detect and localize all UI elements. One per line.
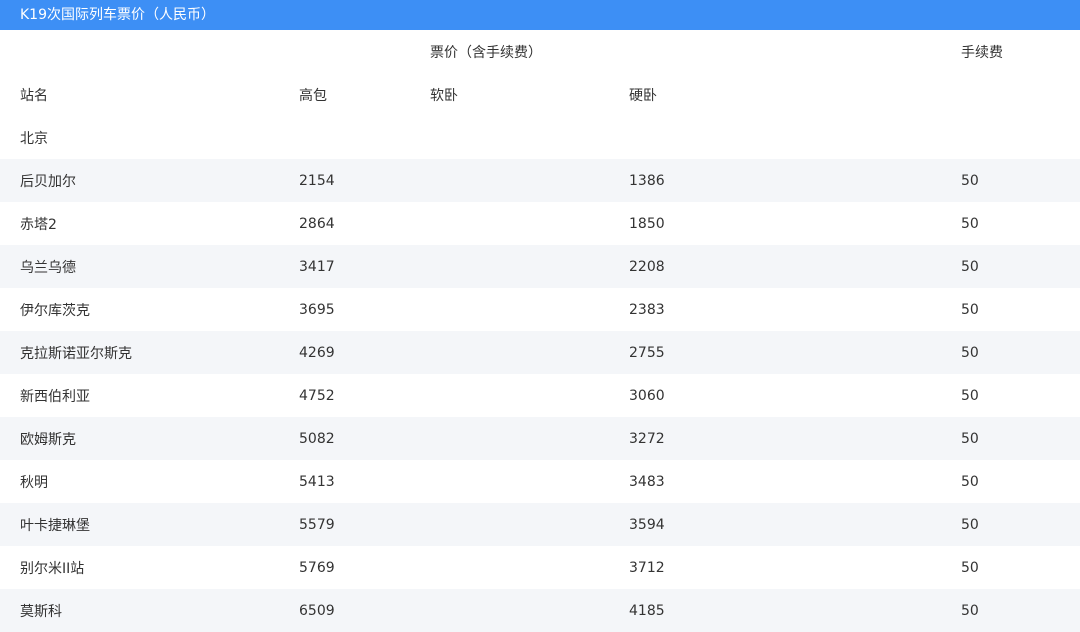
table-row: 北京 [0,116,1080,159]
soft-sleeper-fare-cell [430,503,629,546]
station-name-cell: 新西伯利亚 [20,388,90,405]
fee-cell: 50 [961,301,979,318]
hard-sleeper-fare-cell: 1386 [629,159,961,202]
station-name-cell: 赤塔2 [20,216,57,233]
soft-sleeper-fare-cell [430,589,629,632]
table-row: 莫斯科 6509 4185 50 [0,589,1080,632]
table-row: 叶卡捷琳堡 5579 3594 50 [0,503,1080,546]
header-fee: 手续费 [961,44,1003,61]
table-row: 秋明 5413 3483 50 [0,460,1080,503]
hard-sleeper-fare-cell: 3483 [629,473,665,490]
column-header-station: 站名 [20,87,48,104]
table-row: 伊尔库茨克 3695 2383 50 [0,288,1080,331]
hard-sleeper-fare-cell: 2383 [629,301,665,318]
header-cell-empty [629,30,961,73]
header-fare-group: 票价（含手续费） [430,44,542,61]
column-header-soft-sleeper: 软卧 [430,87,458,104]
fee-cell: 50 [961,589,1080,632]
column-header-blank [961,73,1080,116]
table-row: 新西伯利亚 4752 3060 50 [0,374,1080,417]
soft-sleeper-fare-cell [430,546,629,589]
fee-cell: 50 [961,245,1080,288]
fee-cell: 50 [961,559,979,576]
hard-sleeper-fare-cell: 3712 [629,559,665,576]
table-row: 克拉斯诺亚尔斯克 4269 2755 50 [0,331,1080,374]
deluxe-fare-cell: 2864 [299,215,335,232]
header-cell-empty [0,30,299,73]
table-row: 别尔米II站 5769 3712 50 [0,546,1080,589]
soft-sleeper-fare-cell [430,159,629,202]
hard-sleeper-fare-cell: 2208 [629,245,961,288]
hard-sleeper-fare-cell: 4185 [629,589,961,632]
fee-cell: 50 [961,159,1080,202]
deluxe-fare-cell: 4269 [299,331,430,374]
fee-cell: 50 [961,387,979,404]
station-name-cell: 伊尔库茨克 [20,302,90,319]
header-cell-empty [299,30,430,73]
soft-sleeper-fare-cell [430,245,629,288]
hard-sleeper-fare-cell [629,116,961,159]
deluxe-fare-cell: 6509 [299,589,430,632]
station-name-cell: 乌兰乌德 [0,245,299,288]
soft-sleeper-fare-cell [430,288,629,331]
table-row: 后贝加尔 2154 1386 50 [0,159,1080,202]
fare-table: 票价（含手续费） 手续费 站名 高包 软卧 硬卧 北京 后贝加尔 2154 1386 5… [0,30,1080,632]
station-name-cell: 克拉斯诺亚尔斯克 [0,331,299,374]
soft-sleeper-fare-cell [430,374,629,417]
station-name-cell: 北京 [20,130,48,147]
fare-table-panel: K19次国际列车票价（人民币） 票价（含手续费） 手续费 站名 高包 软卧 硬卧… [0,0,1080,632]
table-row: 欧姆斯克 5082 3272 50 [0,417,1080,460]
column-header-deluxe: 高包 [299,87,327,104]
station-name-cell: 秋明 [20,474,48,491]
soft-sleeper-fare-cell [430,331,629,374]
hard-sleeper-fare-cell: 3272 [629,417,961,460]
fee-cell: 50 [961,215,979,232]
soft-sleeper-fare-cell [430,116,629,159]
hard-sleeper-fare-cell: 1850 [629,215,665,232]
fee-cell: 50 [961,503,1080,546]
header-row-group: 票价（含手续费） 手续费 [0,30,1080,73]
soft-sleeper-fare-cell [430,417,629,460]
hard-sleeper-fare-cell: 3060 [629,387,665,404]
fee-cell: 50 [961,331,1080,374]
deluxe-fare-cell: 5579 [299,503,430,546]
header-row-columns: 站名 高包 软卧 硬卧 [0,73,1080,116]
deluxe-fare-cell [299,116,430,159]
deluxe-fare-cell: 3417 [299,245,430,288]
hard-sleeper-fare-cell: 2755 [629,331,961,374]
table-row: 赤塔2 2864 1850 50 [0,202,1080,245]
fee-cell: 50 [961,473,979,490]
station-name-cell: 叶卡捷琳堡 [0,503,299,546]
fee-cell [961,116,1080,159]
deluxe-fare-cell: 5082 [299,417,430,460]
station-name-cell: 别尔米II站 [20,560,85,577]
hard-sleeper-fare-cell: 3594 [629,503,961,546]
fee-cell: 50 [961,417,1080,460]
column-header-hard-sleeper: 硬卧 [629,87,657,104]
deluxe-fare-cell: 3695 [299,301,335,318]
deluxe-fare-cell: 2154 [299,159,430,202]
deluxe-fare-cell: 5769 [299,559,335,576]
table-row: 乌兰乌德 3417 2208 50 [0,245,1080,288]
deluxe-fare-cell: 5413 [299,473,335,490]
soft-sleeper-fare-cell [430,202,629,245]
soft-sleeper-fare-cell [430,460,629,503]
station-name-cell: 莫斯科 [0,589,299,632]
station-name-cell: 后贝加尔 [0,159,299,202]
station-name-cell: 欧姆斯克 [0,417,299,460]
deluxe-fare-cell: 4752 [299,387,335,404]
table-title: K19次国际列车票价（人民币） [0,0,1080,30]
